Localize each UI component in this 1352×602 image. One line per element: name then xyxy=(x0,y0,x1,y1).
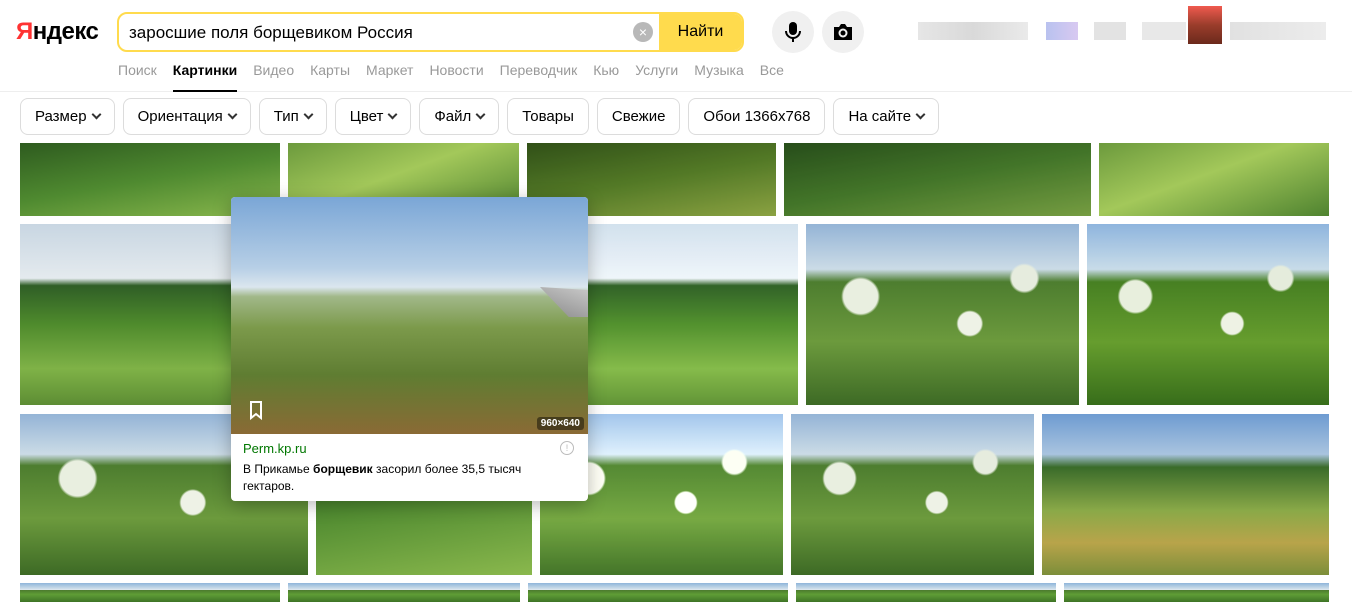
voice-search-button[interactable] xyxy=(772,11,814,53)
image-thumbnail[interactable] xyxy=(784,143,1091,216)
nav-maps[interactable]: Карты xyxy=(310,62,350,92)
nav-video[interactable]: Видео xyxy=(253,62,294,92)
image-thumbnail[interactable] xyxy=(1087,224,1329,405)
chevron-down-icon xyxy=(91,109,102,120)
nav-q[interactable]: Кью xyxy=(593,62,619,92)
nav-music[interactable]: Музыка xyxy=(694,62,744,92)
nav-news[interactable]: Новости xyxy=(429,62,483,92)
header: Яндекс × Найти Поиск Картинки Видео Карт… xyxy=(0,0,1352,92)
bookmark-icon[interactable] xyxy=(245,399,267,421)
chevron-down-icon xyxy=(387,109,398,120)
preview-source-link[interactable]: Perm.kp.ru xyxy=(243,441,307,456)
image-thumbnail[interactable] xyxy=(528,583,788,602)
filter-color[interactable]: Цвет xyxy=(334,98,412,135)
search-verticals-nav: Поиск Картинки Видео Карты Маркет Новост… xyxy=(118,62,800,92)
filter-orientation[interactable]: Ориентация xyxy=(122,98,251,135)
filter-type[interactable]: Тип xyxy=(258,98,327,135)
image-thumbnail[interactable] xyxy=(20,583,280,602)
yandex-logo[interactable]: Яндекс xyxy=(16,18,99,46)
search-button[interactable]: Найти xyxy=(659,14,742,50)
nav-translator[interactable]: Переводчик xyxy=(500,62,578,92)
search-box: × Найти xyxy=(117,12,744,52)
nav-all[interactable]: Все xyxy=(760,62,784,92)
nav-search[interactable]: Поиск xyxy=(118,62,157,92)
chevron-down-icon xyxy=(227,109,238,120)
nav-services[interactable]: Услуги xyxy=(635,62,678,92)
image-thumbnail[interactable] xyxy=(588,224,798,405)
nav-images[interactable]: Картинки xyxy=(172,62,238,92)
nav-market[interactable]: Маркет xyxy=(366,62,413,92)
filter-fresh[interactable]: Свежие xyxy=(596,98,681,135)
image-thumbnail[interactable] xyxy=(1042,414,1329,575)
clear-search-icon[interactable]: × xyxy=(633,22,653,42)
preview-description[interactable]: В Прикамье борщевик засорил более 35,5 т… xyxy=(243,461,558,495)
camera-icon xyxy=(834,24,852,40)
filter-file[interactable]: Файл xyxy=(419,98,500,135)
filter-goods[interactable]: Товары xyxy=(507,98,589,135)
search-input[interactable] xyxy=(129,23,629,43)
image-thumbnail[interactable] xyxy=(288,583,520,602)
filter-size[interactable]: Размер xyxy=(20,98,115,135)
microphone-icon xyxy=(785,22,801,42)
filter-bar: Размер Ориентация Тип Цвет Файл Товары С… xyxy=(20,98,940,136)
user-area-blurred xyxy=(918,6,1330,54)
info-icon[interactable]: ! xyxy=(560,441,574,455)
preview-image[interactable]: 960×640 xyxy=(231,197,588,434)
image-search-button[interactable] xyxy=(822,11,864,53)
image-thumbnail[interactable] xyxy=(796,583,1056,602)
image-thumbnail[interactable] xyxy=(791,414,1034,575)
road xyxy=(540,287,588,317)
chevron-down-icon xyxy=(475,109,486,120)
chevron-down-icon xyxy=(303,109,314,120)
image-size-badge: 960×640 xyxy=(536,417,584,430)
image-thumbnail[interactable] xyxy=(806,224,1079,405)
image-thumbnail[interactable] xyxy=(20,224,233,405)
image-thumbnail[interactable] xyxy=(1099,143,1329,216)
filter-on-site[interactable]: На сайте xyxy=(833,98,940,135)
image-preview-popup[interactable]: 960×640 Perm.kp.ru ! В Прикамье борщевик… xyxy=(231,197,588,501)
chevron-down-icon xyxy=(915,109,926,120)
image-thumbnail[interactable] xyxy=(1064,583,1329,602)
filter-wallpaper[interactable]: Обои 1366x768 xyxy=(688,98,826,135)
